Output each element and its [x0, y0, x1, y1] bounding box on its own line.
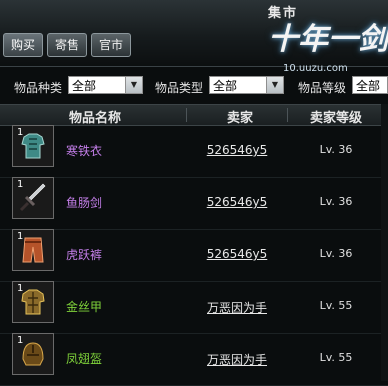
title-bar: 集市 十年一剑 10.uuzu.com 购买 寄售 官市	[0, 0, 388, 74]
scrollbar[interactable]	[381, 104, 388, 381]
category-select[interactable]: 全部 ▼	[68, 76, 143, 94]
item-name: 寒铁衣	[66, 144, 103, 158]
category-label: 物品种类	[14, 81, 63, 95]
item-slot[interactable]: 1	[12, 229, 54, 271]
column-divider	[287, 108, 288, 122]
chest-armor-icon	[21, 289, 45, 315]
item-slot[interactable]: 1	[12, 125, 54, 167]
item-slot[interactable]: 1	[12, 333, 54, 375]
seller-link[interactable]: 526546y5	[187, 143, 287, 157]
seller-link[interactable]: 万恶因为手	[187, 299, 287, 316]
helmet-icon	[22, 342, 44, 366]
level-select[interactable]: 全部	[352, 76, 388, 94]
seller-level: Lv. 36	[319, 143, 353, 156]
col-seller-level: 卖家等级	[309, 111, 362, 126]
filter-bar: 物品种类 全部 ▼ 物品类型 全部 ▼ 物品等级 全部	[0, 76, 388, 98]
seller-link[interactable]: 526546y5	[187, 195, 287, 209]
item-slot[interactable]: 1	[12, 281, 54, 323]
seller-level: Lv. 55	[319, 351, 353, 364]
table-row[interactable]: 1 凤翅盔 万恶因为手 Lv. 55	[0, 333, 388, 386]
seller-level: Lv. 36	[319, 247, 353, 260]
level-value: 全部	[356, 79, 381, 93]
armor-icon	[21, 133, 45, 159]
col-item-name: 物品名称	[68, 111, 121, 126]
table-row[interactable]: 1 鱼肠剑 526546y5 Lv. 36	[0, 177, 388, 230]
item-name: 凤翅盔	[66, 352, 103, 366]
item-name: 虎跃裤	[66, 248, 103, 262]
table-row[interactable]: 1 寒铁衣 526546y5 Lv. 36	[0, 125, 388, 178]
tab-official-market[interactable]: 官市	[91, 33, 131, 57]
sword-icon	[19, 183, 46, 212]
table-row[interactable]: 1 金丝甲 万恶因为手 Lv. 55	[0, 281, 388, 334]
seller-link[interactable]: 526546y5	[187, 247, 287, 261]
type-select[interactable]: 全部 ▼	[209, 76, 284, 94]
category-value: 全部	[72, 79, 97, 93]
chevron-down-icon: ▼	[266, 77, 283, 93]
game-logo: 十年一剑	[268, 22, 388, 57]
table-row[interactable]: 1 虎跃裤 526546y5 Lv. 36	[0, 229, 388, 282]
chevron-down-icon: ▼	[125, 77, 142, 93]
item-slot[interactable]: 1	[12, 177, 54, 219]
table-header: 物品名称 卖家 卖家等级	[0, 104, 388, 126]
column-divider	[186, 108, 187, 122]
item-name: 鱼肠剑	[66, 196, 103, 210]
pants-icon	[22, 237, 44, 263]
seller-link[interactable]: 万恶因为手	[187, 351, 287, 368]
item-name: 金丝甲	[66, 300, 103, 314]
tab-consign[interactable]: 寄售	[47, 33, 87, 57]
seller-level: Lv. 55	[319, 299, 353, 312]
type-value: 全部	[213, 79, 238, 93]
col-seller: 卖家	[226, 111, 253, 126]
logo-url: 10.uuzu.com	[283, 63, 348, 74]
seller-level: Lv. 36	[319, 195, 353, 208]
tab-buy[interactable]: 购买	[3, 33, 43, 57]
type-label: 物品类型	[155, 81, 204, 95]
level-label: 物品等级	[298, 81, 347, 95]
